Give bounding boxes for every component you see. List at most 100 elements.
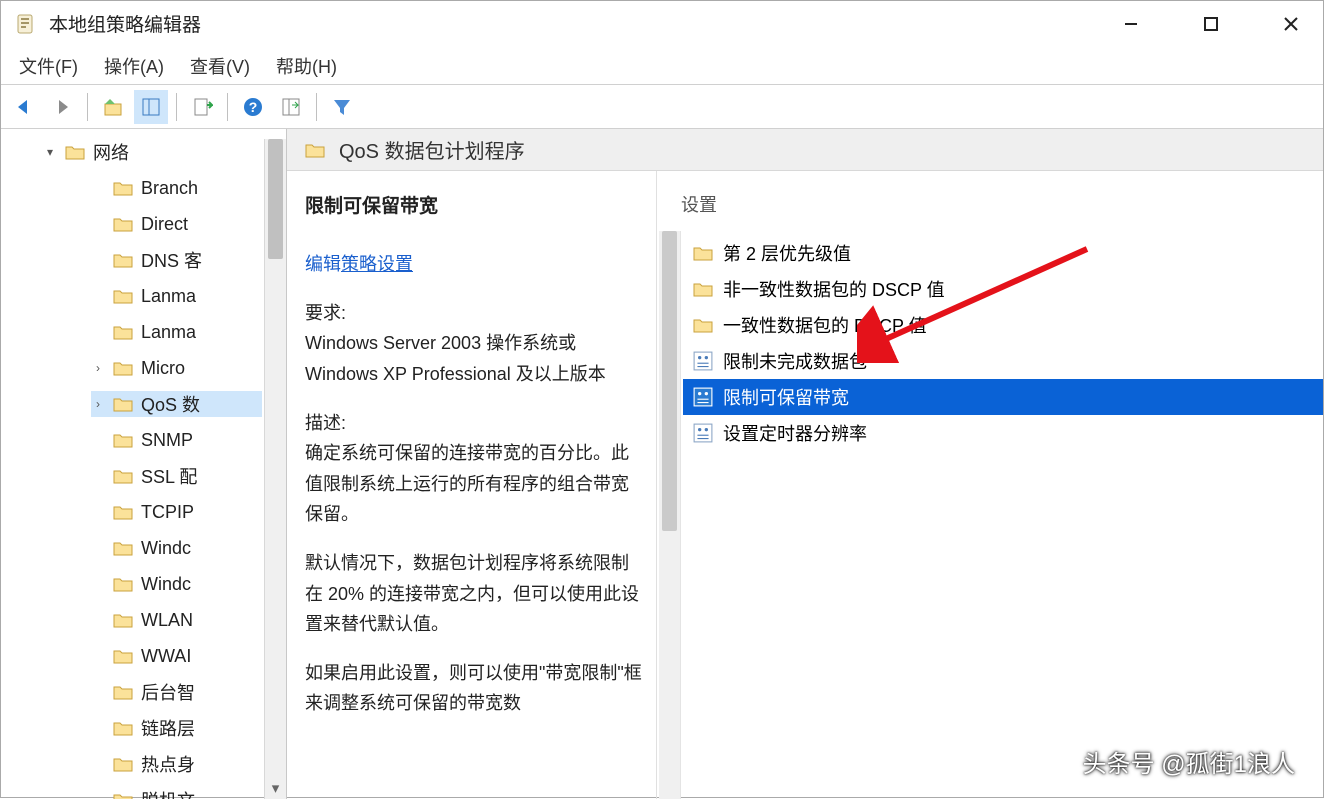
toolbar-separator — [87, 93, 88, 121]
tree-item[interactable]: Branch — [91, 175, 262, 201]
tree-item[interactable]: SSL 配 — [91, 463, 262, 489]
tree-item-label: 后台智 — [141, 679, 195, 705]
tree-item[interactable]: Windc — [91, 571, 262, 597]
settings-item-label: 一致性数据包的 DSCP 值 — [723, 312, 927, 338]
tree-item[interactable]: 热点身 — [91, 751, 262, 777]
settings-list: 第 2 层优先级值非一致性数据包的 DSCP 值一致性数据包的 DSCP 值限制… — [683, 235, 1323, 451]
folder-icon — [113, 684, 133, 700]
content-area: ▾网络BranchDirectDNS 客LanmaLanma›Micro›QoS… — [1, 129, 1323, 799]
description-p3: 如果启用此设置，则可以使用"带宽限制"框来调整系统可保留的带宽数 — [305, 658, 642, 719]
folder-icon — [113, 360, 133, 376]
tree-scrollbar[interactable]: ▴ ▾ — [264, 139, 286, 799]
filter-button[interactable] — [325, 90, 359, 124]
tree-item[interactable]: 后台智 — [91, 679, 262, 705]
folder-icon — [305, 142, 325, 158]
settings-column-header[interactable]: 设置 — [657, 191, 1323, 217]
settings-item-label: 第 2 层优先级值 — [723, 240, 851, 266]
folder-icon — [113, 612, 133, 628]
tree-item[interactable]: TCPIP — [91, 499, 262, 525]
up-level-button[interactable] — [96, 90, 130, 124]
tree-item[interactable]: 脱机文 — [91, 787, 262, 799]
tree-item-label: 脱机文 — [141, 787, 195, 799]
tree-item-label: SNMP — [141, 430, 193, 451]
description-label: 描述: — [305, 413, 346, 433]
policy-icon — [693, 388, 713, 406]
tree-item-label: Windc — [141, 574, 191, 595]
settings-policy-item[interactable]: 限制未完成数据包 — [683, 343, 1323, 379]
settings-folder-item[interactable]: 一致性数据包的 DSCP 值 — [683, 307, 1323, 343]
settings-panel: 设置 ▴ 第 2 层优先级值非一致性数据包的 DSCP 值一致性数据包的 DSC… — [657, 171, 1323, 799]
settings-folder-item[interactable]: 非一致性数据包的 DSCP 值 — [683, 271, 1323, 307]
tree-item[interactable]: 链路层 — [91, 715, 262, 741]
menu-file[interactable]: 文件(F) — [19, 53, 78, 79]
policy-icon — [693, 424, 713, 442]
settings-policy-item[interactable]: 设置定时器分辨率 — [683, 415, 1323, 451]
tree-item[interactable]: Direct — [91, 211, 262, 237]
tree: ▾网络 Branch Direct DNS 客 Lanma Lanma ›Micro ›QoS… — [1, 139, 286, 799]
menubar: 文件(F) 操作(A) 查看(V) 帮助(H) — [1, 47, 1323, 85]
folder-icon — [113, 288, 133, 304]
folder-icon — [693, 316, 713, 334]
folder-icon — [113, 504, 133, 520]
chevron-right-icon: › — [91, 361, 105, 375]
tree-panel: ▾网络 Branch Direct DNS 客 Lanma Lanma ›Micro ›QoS… — [1, 129, 287, 799]
export-list-button[interactable] — [185, 90, 219, 124]
detail-panel: QoS 数据包计划程序 限制可保留带宽 编辑策略设置 要求: Windows S… — [287, 129, 1323, 799]
toolbar-separator — [176, 93, 177, 121]
edit-policy-link[interactable]: 编辑策略设置 — [305, 249, 642, 280]
tree-item[interactable]: ›QoS 数 — [91, 391, 262, 417]
menu-action[interactable]: 操作(A) — [104, 53, 164, 79]
watermark: 头条号 @孤街1浪人 — [1083, 744, 1295, 779]
window-title: 本地组策略编辑器 — [49, 10, 201, 37]
folder-icon — [113, 252, 133, 268]
requirement-text: Windows Server 2003 操作系统或 Windows XP Pro… — [305, 333, 606, 384]
tree-item-label: 热点身 — [141, 751, 195, 777]
folder-icon — [113, 540, 133, 556]
show-hide-tree-button[interactable] — [134, 90, 168, 124]
folder-icon — [65, 144, 85, 160]
tree-item[interactable]: Lanma — [91, 319, 262, 345]
menu-view[interactable]: 查看(V) — [190, 53, 250, 79]
folder-icon — [113, 720, 133, 736]
folder-icon — [113, 468, 133, 484]
tree-item-label: 链路层 — [141, 715, 195, 741]
folder-icon — [113, 324, 133, 340]
tree-item-label: Branch — [141, 178, 198, 199]
close-button[interactable] — [1271, 9, 1311, 39]
requirement-label: 要求: — [305, 303, 346, 323]
folder-icon — [113, 216, 133, 232]
folder-icon — [113, 396, 133, 412]
tree-root[interactable]: ▾网络 — [43, 139, 262, 165]
properties-button[interactable] — [274, 90, 308, 124]
menu-help[interactable]: 帮助(H) — [276, 53, 337, 79]
tree-item[interactable]: Windc — [91, 535, 262, 561]
settings-folder-item[interactable]: 第 2 层优先级值 — [683, 235, 1323, 271]
tree-item-label: Lanma — [141, 322, 196, 343]
tree-item-label: WLAN — [141, 610, 193, 631]
tree-item-label: Lanma — [141, 286, 196, 307]
settings-policy-item[interactable]: 限制可保留带宽 — [683, 379, 1323, 415]
minimize-button[interactable] — [1111, 9, 1151, 39]
window-controls — [1111, 9, 1311, 39]
help-button[interactable]: ? — [236, 90, 270, 124]
tree-item[interactable]: WWAI — [91, 643, 262, 669]
svg-text:?: ? — [249, 99, 258, 115]
folder-icon — [113, 648, 133, 664]
folder-icon — [693, 244, 713, 262]
tree-item[interactable]: Lanma — [91, 283, 262, 309]
tree-item[interactable]: ›Micro — [91, 355, 262, 381]
tree-item[interactable]: WLAN — [91, 607, 262, 633]
policy-icon — [693, 352, 713, 370]
tree-item[interactable]: SNMP — [91, 427, 262, 453]
toolbar: ? — [1, 85, 1323, 129]
detail-body: 限制可保留带宽 编辑策略设置 要求: Windows Server 2003 操… — [287, 171, 1323, 799]
tree-item[interactable]: DNS 客 — [91, 247, 262, 273]
description-p1: 确定系统可保留的连接带宽的百分比。此值限制系统上运行的所有程序的组合带宽保留。 — [305, 443, 629, 524]
settings-scrollbar[interactable]: ▴ — [659, 231, 681, 799]
settings-item-label: 非一致性数据包的 DSCP 值 — [723, 276, 945, 302]
back-button[interactable] — [7, 90, 41, 124]
maximize-button[interactable] — [1191, 9, 1231, 39]
forward-button[interactable] — [45, 90, 79, 124]
policy-title: 限制可保留带宽 — [305, 191, 642, 223]
tree-item-label: Windc — [141, 538, 191, 559]
